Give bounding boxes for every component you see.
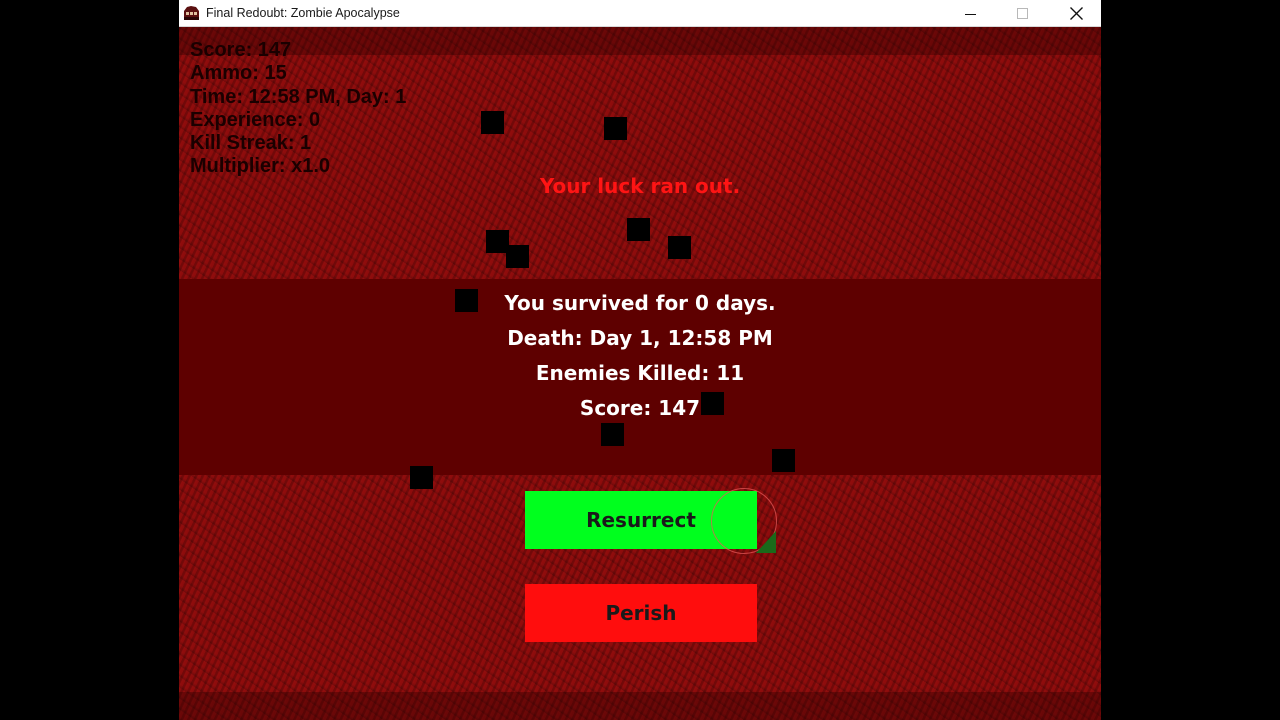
zombie-block bbox=[506, 245, 529, 268]
hud-experience: Experience: 0 bbox=[190, 108, 321, 131]
final-score-text: Score: 147 bbox=[579, 396, 701, 420]
hud-stats: Score: 147 Ammo: 15 Time: 12:58 PM, Day:… bbox=[190, 39, 406, 179]
minimize-icon bbox=[965, 13, 976, 15]
minimize-button[interactable] bbox=[948, 0, 994, 27]
maximize-button[interactable] bbox=[1000, 0, 1046, 27]
enemies-killed-text: Enemies Killed: 11 bbox=[535, 361, 745, 385]
perish-button[interactable]: Perish bbox=[525, 584, 757, 642]
death-message: Your luck ran out. bbox=[539, 174, 741, 198]
zombie-block bbox=[410, 466, 433, 489]
title-bar[interactable]: Final Redoubt: Zombie Apocalypse bbox=[179, 0, 1101, 27]
hud-kill-streak: Kill Streak: 1 bbox=[190, 132, 312, 155]
window-title: Final Redoubt: Zombie Apocalypse bbox=[206, 6, 400, 20]
game-canvas[interactable]: Score: 147 Ammo: 15 Time: 12:58 PM, Day:… bbox=[179, 27, 1101, 720]
zombie-block bbox=[668, 236, 691, 259]
zombie-block bbox=[601, 423, 624, 446]
game-app-icon bbox=[184, 6, 199, 20]
death-time-text: Death: Day 1, 12:58 PM bbox=[507, 326, 773, 350]
zombie-block bbox=[772, 449, 795, 472]
close-icon bbox=[1069, 7, 1083, 20]
days-survived-text: You survived for 0 days. bbox=[504, 291, 776, 315]
zombie-block bbox=[604, 117, 627, 140]
player-marker-icon bbox=[756, 531, 776, 553]
hud-time: Time: 12:58 PM, Day: 1 bbox=[190, 85, 407, 108]
maximize-icon bbox=[1017, 7, 1028, 19]
zombie-block bbox=[481, 111, 504, 134]
background-band-bottom bbox=[179, 692, 1101, 720]
game-window: Final Redoubt: Zombie Apocalypse Score: … bbox=[179, 0, 1101, 720]
close-button[interactable] bbox=[1053, 0, 1099, 27]
hud-score: Score: 147 bbox=[190, 39, 292, 61]
zombie-block bbox=[627, 218, 650, 241]
hud-ammo: Ammo: 15 bbox=[190, 62, 287, 85]
